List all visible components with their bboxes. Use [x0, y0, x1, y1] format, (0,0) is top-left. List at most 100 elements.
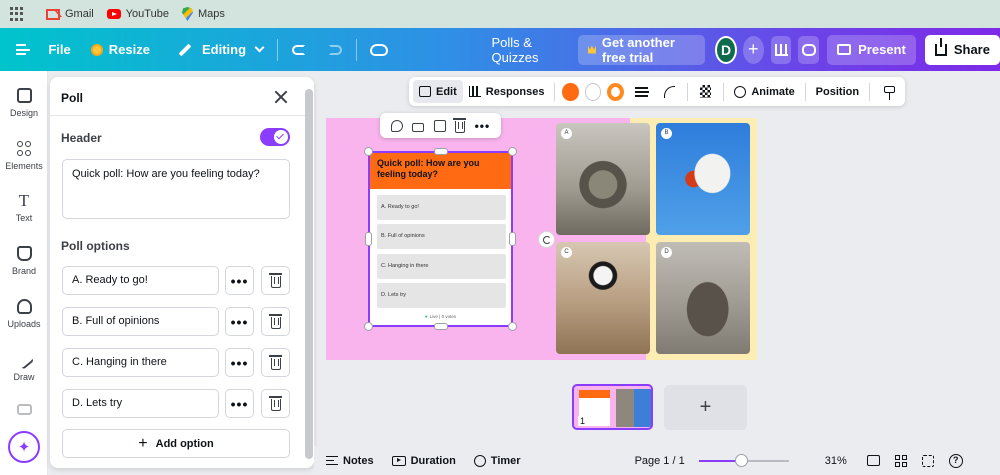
sidebar-item-label: Draw: [13, 372, 35, 382]
bookmark-maps[interactable]: Maps: [181, 7, 225, 21]
poll-option-input[interactable]: D. Lets try: [62, 389, 219, 418]
avatar[interactable]: D: [715, 35, 737, 64]
page-thumbnail[interactable]: 1: [572, 384, 653, 430]
zoom-slider[interactable]: [698, 453, 789, 467]
delete-option-button[interactable]: [261, 389, 290, 418]
transparency-icon[interactable]: [699, 85, 712, 98]
sidebar-item-brand[interactable]: Brand: [0, 246, 48, 276]
line-weight-icon[interactable]: [635, 86, 649, 97]
help-icon[interactable]: ?: [948, 453, 963, 468]
option-more-button[interactable]: •••: [225, 389, 254, 418]
lock-icon[interactable]: [412, 122, 425, 132]
option-more-button[interactable]: •••: [225, 307, 254, 336]
rotate-button[interactable]: [538, 231, 555, 248]
close-icon[interactable]: [274, 90, 288, 104]
photo-ostrich[interactable]: A: [556, 123, 650, 235]
photo-label: C: [561, 247, 572, 258]
option-more-button[interactable]: •••: [225, 348, 254, 377]
option-more-button[interactable]: •••: [225, 266, 254, 295]
poll-option-input[interactable]: C. Hanging in there: [62, 348, 219, 377]
photo-seagull[interactable]: B: [656, 123, 750, 235]
invite-plus-button[interactable]: +: [742, 35, 764, 64]
resize-handle[interactable]: [509, 232, 516, 246]
animate-button[interactable]: Animate: [728, 80, 800, 103]
bookmark-youtube[interactable]: YouTube: [106, 8, 169, 20]
youtube-icon: [106, 9, 121, 19]
resize-handle[interactable]: [508, 322, 517, 331]
free-trial-button[interactable]: Get another free trial: [577, 34, 706, 65]
design-title[interactable]: Polls & Quizzes: [491, 35, 558, 65]
sidebar-item-uploads[interactable]: Uploads: [0, 299, 48, 329]
panel-scrollbar[interactable]: [305, 89, 313, 459]
apps-grid-icon[interactable]: [10, 7, 24, 21]
add-comment-icon[interactable]: [390, 119, 403, 132]
resize-handle[interactable]: [508, 147, 517, 156]
share-button[interactable]: Share: [924, 34, 1000, 65]
bookmark-gmail[interactable]: Gmail: [46, 8, 94, 20]
sidebar-item-text[interactable]: T Text: [0, 192, 48, 223]
responses-button[interactable]: Responses: [463, 80, 551, 103]
trash-icon: [268, 396, 282, 411]
sidebar-item-projects[interactable]: [0, 404, 48, 420]
poll-option-input[interactable]: B. Full of opinions: [62, 307, 219, 336]
magic-sparkle-button[interactable]: ✦: [8, 431, 40, 463]
notes-button[interactable]: Notes: [326, 455, 374, 467]
brand-icon: [16, 246, 32, 261]
bar-chart-icon: [774, 43, 788, 56]
accent-color-swatch[interactable]: [607, 82, 625, 101]
resize-handle[interactable]: [434, 148, 448, 155]
bookmark-label: Gmail: [65, 8, 94, 20]
fill-color-swatch[interactable]: [562, 82, 579, 101]
sidebar-item-elements[interactable]: Elements: [0, 141, 48, 171]
more-options-button[interactable]: •••: [475, 120, 491, 132]
sidebar-item-draw[interactable]: Draw: [0, 349, 48, 382]
editing-mode-dropdown[interactable]: Editing: [170, 35, 271, 65]
delete-option-button[interactable]: [261, 348, 290, 377]
add-page-button[interactable]: +: [664, 385, 747, 430]
duplicate-icon[interactable]: [433, 119, 446, 132]
gmail-icon: [46, 8, 60, 20]
resize-handle[interactable]: [365, 232, 372, 246]
zoom-slider-knob[interactable]: [735, 453, 749, 467]
fullscreen-icon[interactable]: [921, 454, 934, 467]
resize-handle[interactable]: [364, 147, 373, 156]
present-button[interactable]: Present: [827, 34, 916, 65]
resize-button[interactable]: Resize: [83, 35, 158, 65]
menu-icon[interactable]: [16, 44, 31, 55]
page-indicator[interactable]: Page 1 / 1: [635, 455, 685, 467]
undo-button[interactable]: [284, 35, 313, 65]
question-input[interactable]: Quick poll: How are you feeling today?: [62, 159, 290, 219]
paint-roller-icon[interactable]: [883, 86, 896, 100]
zoom-level[interactable]: 31%: [825, 455, 847, 467]
page-view-icon[interactable]: [866, 455, 880, 466]
check-icon: [274, 130, 288, 144]
header-toggle[interactable]: [260, 128, 290, 146]
resize-handle[interactable]: [364, 322, 373, 331]
corner-rounding-icon[interactable]: [663, 85, 675, 98]
cloud-save-status[interactable]: [362, 35, 396, 65]
add-option-button[interactable]: + Add option: [62, 429, 290, 458]
sidebar-item-label: Uploads: [7, 319, 41, 329]
edit-button[interactable]: Edit: [413, 80, 463, 103]
redo-button[interactable]: [321, 35, 350, 65]
file-menu-button[interactable]: File: [40, 35, 78, 65]
rotate-icon: [542, 235, 551, 244]
delete-option-button[interactable]: [261, 307, 290, 336]
photo-seal[interactable]: D: [656, 242, 750, 354]
resize-label: Resize: [108, 42, 150, 57]
insights-button[interactable]: [770, 35, 792, 64]
sidebar-item-design[interactable]: Design: [0, 88, 48, 118]
resize-handle[interactable]: [434, 323, 448, 330]
timer-button[interactable]: Timer: [473, 454, 521, 467]
duration-button[interactable]: Duration: [391, 455, 456, 467]
trash-icon[interactable]: [453, 118, 467, 133]
poll-option-input[interactable]: A. Ready to go!: [62, 266, 219, 295]
position-button[interactable]: Position: [810, 80, 865, 103]
edit-label: Edit: [436, 85, 457, 98]
comments-button[interactable]: [798, 35, 820, 64]
secondary-color-swatch[interactable]: [584, 82, 602, 101]
photo-panda[interactable]: C: [556, 242, 650, 354]
delete-option-button[interactable]: [261, 266, 290, 295]
poll-widget[interactable]: Quick poll: How are you feeling today? A…: [368, 151, 513, 327]
grid-view-icon[interactable]: [894, 454, 907, 467]
